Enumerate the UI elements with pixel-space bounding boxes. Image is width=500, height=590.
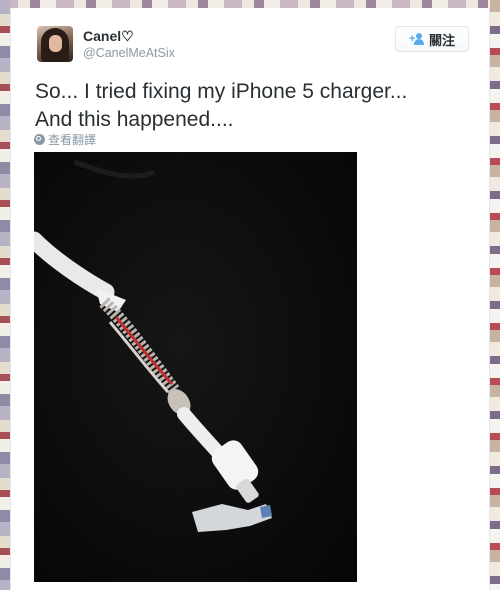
tweet-photo[interactable] <box>34 152 357 582</box>
translate-link[interactable]: 查看翻譯 <box>34 131 96 148</box>
decorative-left-strip <box>0 0 10 590</box>
avatar[interactable] <box>37 26 73 62</box>
user-display-name[interactable]: Canel♡ <box>83 28 134 45</box>
avatar-face <box>49 35 62 52</box>
add-user-icon: + <box>409 33 425 45</box>
translate-label: 查看翻譯 <box>48 133 97 147</box>
red-wire <box>114 316 174 386</box>
shredded-debris <box>192 504 272 532</box>
tweet-text: So... I tried fixing my iPhone 5 charger… <box>35 80 408 131</box>
tweet-header: Canel♡ @CanelMeAtSix + 關注 <box>37 26 469 70</box>
globe-icon <box>34 134 45 145</box>
user-handle[interactable]: @CanelMeAtSix <box>83 46 175 60</box>
background-cable <box>73 159 155 179</box>
debris-blue-tag <box>260 505 272 518</box>
broken-charger-photo <box>34 159 272 532</box>
decorative-top-strip <box>0 0 500 8</box>
tweet-card: Canel♡ @CanelMeAtSix + 關注 So... I tried … <box>10 8 490 590</box>
follow-button[interactable]: + 關注 <box>395 26 469 52</box>
cable-sheath <box>34 231 115 301</box>
decorative-right-strip <box>490 0 500 590</box>
follow-button-label: 關注 <box>428 32 455 48</box>
